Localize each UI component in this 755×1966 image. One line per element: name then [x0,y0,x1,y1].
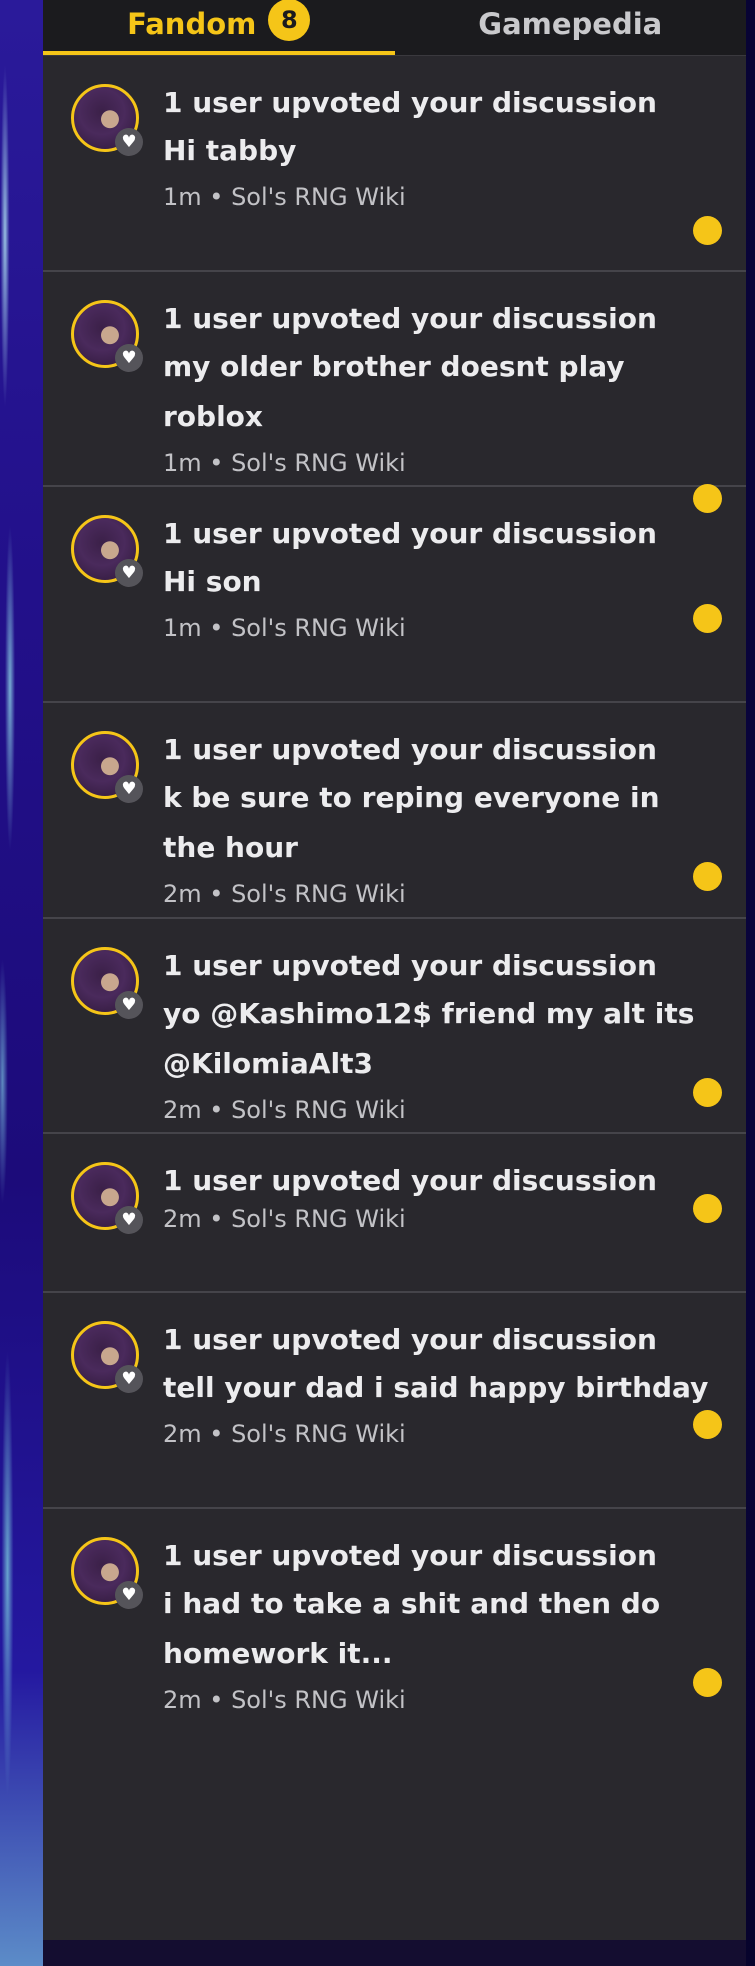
heart-icon: ♥ [115,128,143,156]
tab-fandom-label: Fandom [127,7,257,41]
heart-icon: ♥ [115,559,143,587]
notification-snippet: k be sure to reping everyone in the hour [163,781,660,864]
notification-meta: 1m • Sol's RNG Wiki [163,449,406,477]
notification-item[interactable]: ♥ 1 user upvoted your discussion my olde… [43,272,746,513]
unread-dot [693,1078,722,1107]
unread-dot [693,604,722,633]
notification-snippet: tell your dad i said happy birthday [163,1371,709,1404]
notification-title: 1 user upvoted your discussion [163,517,657,550]
tab-fandom[interactable]: Fandom 8 [43,0,395,55]
notification-snippet: yo @Kashimo12$ friend my alt its @Kilomi… [163,997,695,1080]
heart-icon: ♥ [115,1581,143,1609]
notification-title: 1 user upvoted your discussion [163,949,657,982]
notification-item[interactable]: ♥ 1 user upvoted your discussion Hi son … [43,487,746,703]
heart-icon: ♥ [115,991,143,1019]
heart-icon: ♥ [115,1365,143,1393]
heart-icon: ♥ [115,1206,143,1234]
notification-item[interactable]: ♥ 1 user upvoted your discussion k be su… [43,703,746,919]
notification-item[interactable]: ♥ 1 user upvoted your discussion tell yo… [43,1293,746,1509]
notification-meta: 2m • Sol's RNG Wiki [163,1420,406,1448]
notification-item[interactable]: ♥ 1 user upvoted your discussion Hi tabb… [43,56,746,272]
notification-meta: 2m • Sol's RNG Wiki [163,1205,406,1233]
notification-tabs: Fandom 8 Gamepedia [43,0,746,56]
unread-dot [693,862,722,891]
panel-bottom-edge [43,1940,746,1966]
notification-title: 1 user upvoted your discussion [163,86,657,119]
notification-meta: 1m • Sol's RNG Wiki [163,183,406,211]
notification-title: 1 user upvoted your discussion [163,1539,657,1572]
notification-item[interactable]: ♥ 1 user upvoted your discussion yo @Kas… [43,919,746,1134]
notification-snippet: Hi tabby [163,134,297,167]
notification-item[interactable]: ♥ 1 user upvoted your discussion i had t… [43,1509,746,1740]
notification-snippet: my older brother doesnt play roblox [163,350,625,433]
tab-gamepedia[interactable]: Gamepedia [395,0,747,55]
tab-fandom-count-badge: 8 [268,0,311,41]
notification-meta: 2m • Sol's RNG Wiki [163,1686,406,1714]
unread-dot [693,1410,722,1439]
notification-title: 1 user upvoted your discussion [163,1323,657,1356]
unread-dot [693,1668,722,1697]
notification-snippet: Hi son [163,565,262,598]
notification-title: 1 user upvoted your discussion [163,1164,657,1197]
notification-title: 1 user upvoted your discussion [163,302,657,335]
unread-dot [693,1194,722,1223]
notification-list: ♥ 1 user upvoted your discussion Hi tabb… [43,56,746,1740]
notification-item[interactable]: ♥ 1 user upvoted your discussion 2m • So… [43,1134,746,1293]
notification-meta: 1m • Sol's RNG Wiki [163,614,406,642]
heart-icon: ♥ [115,775,143,803]
notification-meta: 2m • Sol's RNG Wiki [163,880,406,908]
notifications-panel: Fandom 8 Gamepedia ♥ 1 user upvoted your… [43,0,746,1940]
notification-snippet: i had to take a shit and then do homewor… [163,1587,661,1670]
notification-title: 1 user upvoted your discussion [163,733,657,766]
tab-gamepedia-label: Gamepedia [478,7,663,41]
unread-dot [693,216,722,245]
heart-icon: ♥ [115,344,143,372]
notification-meta: 2m • Sol's RNG Wiki [163,1096,406,1124]
